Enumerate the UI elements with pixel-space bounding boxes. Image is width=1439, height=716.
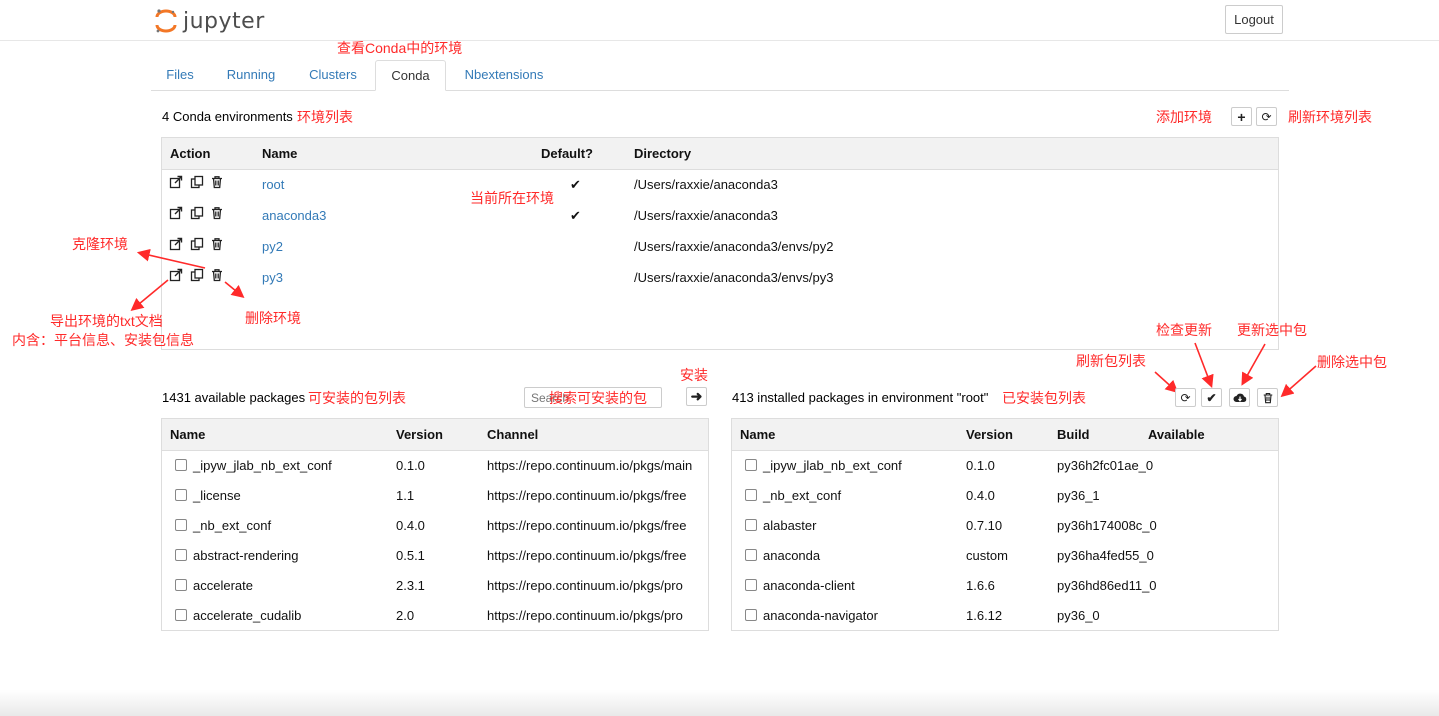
package-row: anaconda-client 1.6.6 py36hd86ed11_0 — [732, 570, 1278, 601]
package-version: 0.1.0 — [966, 458, 995, 473]
package-channel: https://repo.continuum.io/pkgs/free — [487, 518, 686, 533]
arrow-clone-env — [140, 253, 205, 268]
annotation-check-update: 检查更新 — [1156, 320, 1212, 340]
package-channel: https://repo.continuum.io/pkgs/pro — [487, 578, 683, 593]
package-checkbox[interactable] — [745, 549, 757, 561]
arrow-delete-selected — [1283, 366, 1316, 395]
package-build: py36ha4fed55_0 — [1057, 548, 1154, 563]
package-row: accelerate 2.3.1 https://repo.continuum.… — [162, 570, 708, 601]
package-build: py36h174008c_0 — [1057, 518, 1157, 533]
package-build: py36hd86ed11_0 — [1057, 578, 1157, 593]
package-name: _license — [193, 488, 241, 503]
annotation-delete-selected: 删除选中包 — [1317, 352, 1387, 372]
package-name: abstract-rendering — [193, 548, 299, 563]
package-checkbox[interactable] — [175, 579, 187, 591]
package-version: 0.4.0 — [396, 518, 425, 533]
package-checkbox[interactable] — [175, 549, 187, 561]
package-row: _ipyw_jlab_nb_ext_conf 0.1.0 py36h2fc01a… — [732, 450, 1278, 481]
package-checkbox[interactable] — [745, 579, 757, 591]
annotation-search-available: 搜索可安装的包 — [549, 388, 647, 408]
package-name: anaconda — [763, 548, 820, 563]
package-channel: https://repo.continuum.io/pkgs/pro — [487, 608, 683, 623]
package-row: _ipyw_jlab_nb_ext_conf 0.1.0 https://rep… — [162, 450, 708, 481]
package-build: py36h2fc01ae_0 — [1057, 458, 1153, 473]
cloud-download-icon — [1233, 392, 1247, 404]
package-name: anaconda-navigator — [763, 608, 878, 623]
update-selected-button[interactable] — [1229, 388, 1250, 407]
package-channel: https://repo.continuum.io/pkgs/free — [487, 548, 686, 563]
package-version: 2.0 — [396, 608, 414, 623]
arrow-update-selected — [1243, 344, 1265, 383]
installed-count: 413 installed packages in environment "r… — [732, 390, 988, 405]
installed-table-header: Name Version Build Available — [732, 419, 1278, 451]
package-channel: https://repo.continuum.io/pkgs/free — [487, 488, 686, 503]
package-row: accelerate_cudalib 2.0 https://repo.cont… — [162, 600, 708, 631]
package-checkbox[interactable] — [745, 609, 757, 621]
available-packages-table: Name Version Channel _ipyw_jlab_nb_ext_c… — [161, 418, 709, 631]
package-row: _nb_ext_conf 0.4.0 https://repo.continuu… — [162, 510, 708, 541]
package-checkbox[interactable] — [745, 519, 757, 531]
col-available: Available — [1148, 427, 1205, 442]
package-version: 1.6.6 — [966, 578, 995, 593]
refresh-icon: ⟳ — [1180, 391, 1190, 405]
package-version: 1.1 — [396, 488, 414, 503]
package-checkbox[interactable] — [175, 459, 187, 471]
arrow-right-icon: ➜ — [691, 388, 703, 405]
package-checkbox[interactable] — [175, 609, 187, 621]
package-checkbox[interactable] — [745, 489, 757, 501]
arrow-export-env — [133, 280, 168, 309]
package-version: 0.7.10 — [966, 518, 1002, 533]
package-row: anaconda custom py36ha4fed55_0 — [732, 540, 1278, 571]
annotation-update-selected: 更新选中包 — [1237, 320, 1307, 340]
check-updates-button[interactable]: ✔ — [1201, 388, 1222, 407]
col-name: Name — [170, 427, 205, 442]
annotation-installed-list: 已安装包列表 — [1002, 388, 1086, 408]
check-icon: ✔ — [1206, 391, 1216, 405]
install-button[interactable]: ➜ — [686, 387, 707, 406]
package-version: 1.6.12 — [966, 608, 1002, 623]
refresh-packages-button[interactable]: ⟳ — [1175, 388, 1196, 407]
arrow-check-update — [1195, 343, 1211, 385]
bottom-shadow — [0, 690, 1439, 716]
package-name: _ipyw_jlab_nb_ext_conf — [763, 458, 902, 473]
package-build: py36_0 — [1057, 608, 1100, 623]
trash-icon — [1262, 392, 1274, 404]
package-checkbox[interactable] — [745, 459, 757, 471]
package-row: abstract-rendering 0.5.1 https://repo.co… — [162, 540, 708, 571]
package-channel: https://repo.continuum.io/pkgs/main — [487, 458, 692, 473]
annotation-refresh-packages: 刷新包列表 — [1076, 351, 1146, 371]
col-channel: Channel — [487, 427, 538, 442]
col-name: Name — [740, 427, 775, 442]
arrow-delete-env — [225, 282, 242, 296]
package-name: anaconda-client — [763, 578, 855, 593]
installed-packages-table: Name Version Build Available _ipyw_jlab_… — [731, 418, 1279, 631]
col-version: Version — [396, 427, 443, 442]
package-version: 0.4.0 — [966, 488, 995, 503]
annotation-available-list: 可安装的包列表 — [308, 388, 406, 408]
package-version: 0.5.1 — [396, 548, 425, 563]
annotation-install: 安装 — [680, 365, 708, 385]
package-row: anaconda-navigator 1.6.12 py36_0 — [732, 600, 1278, 631]
package-build: py36_1 — [1057, 488, 1100, 503]
package-name: _nb_ext_conf — [193, 518, 271, 533]
package-name: accelerate — [193, 578, 253, 593]
arrow-refresh-packages — [1155, 372, 1176, 391]
package-name: _ipyw_jlab_nb_ext_conf — [193, 458, 332, 473]
package-name: alabaster — [763, 518, 816, 533]
package-row: alabaster 0.7.10 py36h174008c_0 — [732, 510, 1278, 541]
package-name: accelerate_cudalib — [193, 608, 301, 623]
package-checkbox[interactable] — [175, 489, 187, 501]
package-row: _nb_ext_conf 0.4.0 py36_1 — [732, 480, 1278, 511]
package-version: custom — [966, 548, 1008, 563]
package-row: _license 1.1 https://repo.continuum.io/p… — [162, 480, 708, 511]
package-version: 0.1.0 — [396, 458, 425, 473]
available-table-header: Name Version Channel — [162, 419, 708, 451]
available-count: 1431 available packages — [162, 390, 305, 405]
col-version: Version — [966, 427, 1013, 442]
col-build: Build — [1057, 427, 1090, 442]
package-version: 2.3.1 — [396, 578, 425, 593]
package-checkbox[interactable] — [175, 519, 187, 531]
delete-selected-button[interactable] — [1257, 388, 1278, 407]
package-name: _nb_ext_conf — [763, 488, 841, 503]
